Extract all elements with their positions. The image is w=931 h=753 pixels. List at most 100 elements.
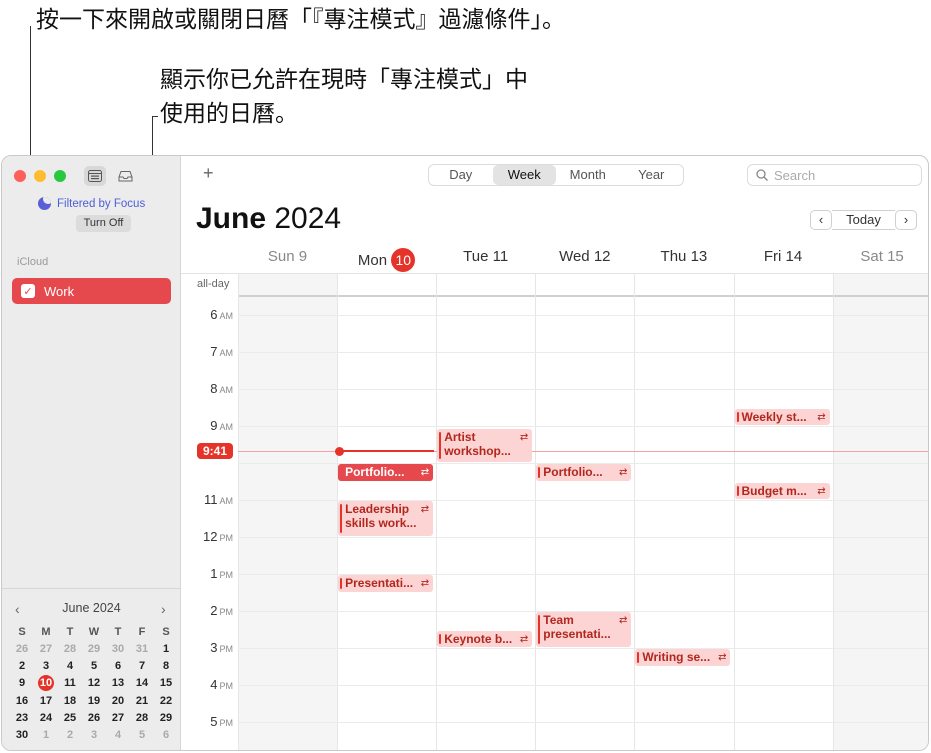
mini-day[interactable]: 18 <box>58 694 82 708</box>
leader-line-calendars-tick <box>152 116 158 117</box>
today-button[interactable]: Today <box>832 210 895 230</box>
day-header-fri[interactable]: Fri 14 <box>734 248 833 265</box>
callout-focus-filter: 按一下來開啟或關閉日曆「『專注模式』過濾條件」。 <box>36 7 565 33</box>
mini-day[interactable]: 6 <box>106 659 130 673</box>
hour-gridline <box>238 315 928 316</box>
event-block[interactable]: Portfolio... ⇄ <box>536 464 632 481</box>
day-header-mon[interactable]: Mon 10 <box>337 248 436 272</box>
calendar-item-work[interactable]: ✓ Work <box>12 278 171 304</box>
mini-day[interactable]: 16 <box>10 694 34 708</box>
mini-day[interactable]: 8 <box>154 659 178 673</box>
mini-day[interactable]: 31 <box>130 642 154 656</box>
mini-day[interactable]: 3 <box>82 728 106 742</box>
mini-day[interactable]: 25 <box>58 711 82 725</box>
hour-number: 6 <box>210 307 218 322</box>
mini-day[interactable]: 12 <box>82 676 106 691</box>
close-button[interactable] <box>14 170 26 182</box>
hour-label: 12 PM <box>181 529 233 544</box>
previous-week-button[interactable]: ‹ <box>810 210 832 230</box>
mini-day[interactable]: 29 <box>154 711 178 725</box>
mini-weekday-header: T <box>66 626 74 638</box>
next-week-button[interactable]: › <box>895 210 917 230</box>
mini-day[interactable]: 30 <box>10 728 34 742</box>
turn-off-focus-filter-button[interactable]: Turn Off <box>76 215 131 232</box>
day-header-tue[interactable]: Tue 11 <box>436 248 535 265</box>
day-header-sun[interactable]: Sun 9 <box>238 248 337 265</box>
search-field[interactable]: Search <box>747 164 922 186</box>
event-block[interactable]: Leadership skills work... ⇄ <box>338 501 434 536</box>
event-title: Writing se... <box>642 650 711 664</box>
mini-day[interactable]: 20 <box>106 694 130 708</box>
mini-day[interactable]: 28 <box>130 711 154 725</box>
view-tab-month[interactable]: Month <box>556 165 620 185</box>
mini-day[interactable]: 10 <box>34 675 58 691</box>
zoom-button[interactable] <box>54 170 66 182</box>
mini-day[interactable]: 4 <box>58 659 82 673</box>
mini-day[interactable]: 24 <box>34 711 58 725</box>
event-block[interactable]: Keynote b... ⇄ <box>437 630 533 647</box>
mini-day[interactable]: 22 <box>154 694 178 708</box>
mini-day[interactable]: 3 <box>34 659 58 673</box>
event-block[interactable]: Budget m... ⇄ <box>734 482 830 499</box>
hour-number: 8 <box>210 381 218 396</box>
mini-day[interactable]: 5 <box>130 728 154 742</box>
view-tab-year[interactable]: Year <box>620 165 684 185</box>
day-column-divider <box>832 273 834 750</box>
day-header-sat[interactable]: Sat 15 <box>833 248 928 265</box>
mini-day[interactable]: 6 <box>154 728 178 742</box>
inbox-button[interactable] <box>114 166 136 186</box>
mini-day[interactable]: 28 <box>58 642 82 656</box>
mini-day[interactable]: 4 <box>106 728 130 742</box>
event-block[interactable]: Weekly st... ⇄ <box>734 408 830 425</box>
repeat-icon: ⇄ <box>817 485 826 497</box>
mini-day[interactable]: 11 <box>58 676 82 691</box>
event-block[interactable]: Writing se... ⇄ <box>635 649 731 666</box>
hour-number: 1 <box>210 566 218 581</box>
mini-day[interactable]: 15 <box>154 676 178 691</box>
event-block[interactable]: Presentati... ⇄ <box>338 575 434 592</box>
view-tab-day[interactable]: Day <box>429 165 493 185</box>
mini-day[interactable]: 7 <box>130 659 154 673</box>
hour-gridline <box>238 352 928 353</box>
month-name: June <box>196 202 267 235</box>
hour-label: 1 PM <box>181 566 233 581</box>
mini-calendar-title: June 2024 <box>62 601 121 615</box>
mini-day[interactable]: 27 <box>34 642 58 656</box>
mini-next-month-button[interactable]: › <box>161 601 166 617</box>
mini-day[interactable]: 1 <box>154 642 178 656</box>
event-block[interactable]: Team presentati... ⇄ <box>536 612 632 647</box>
hour-ampm: PM <box>219 718 234 728</box>
icloud-section-label: iCloud <box>17 256 49 268</box>
minimize-button[interactable] <box>34 170 46 182</box>
mini-day[interactable]: 29 <box>82 642 106 656</box>
event-block[interactable]: Portfolio... ⇄ <box>338 464 434 481</box>
view-tab-week[interactable]: Week <box>492 165 556 185</box>
add-event-button[interactable]: + <box>203 163 214 184</box>
calendar-checkbox[interactable]: ✓ <box>21 284 35 298</box>
hour-number: 3 <box>210 640 218 655</box>
event-block[interactable]: Artist workshop... ⇄ <box>437 428 533 462</box>
day-header-thu[interactable]: Thu 13 <box>634 248 733 265</box>
mini-day[interactable]: 9 <box>10 676 34 691</box>
mini-day[interactable]: 30 <box>106 642 130 656</box>
mini-day[interactable]: 14 <box>130 676 154 691</box>
mini-day[interactable]: 13 <box>106 676 130 691</box>
mini-day[interactable]: 17 <box>34 694 58 708</box>
mini-day[interactable]: 21 <box>130 694 154 708</box>
day-column-divider <box>238 273 239 750</box>
mini-day-today[interactable]: 10 <box>38 675 54 691</box>
day-header-wed[interactable]: Wed 12 <box>535 248 634 265</box>
mini-day[interactable]: 5 <box>82 659 106 673</box>
mini-day[interactable]: 19 <box>82 694 106 708</box>
mini-day[interactable]: 23 <box>10 711 34 725</box>
mini-day[interactable]: 2 <box>10 659 34 673</box>
mini-day[interactable]: 2 <box>58 728 82 742</box>
mini-day[interactable]: 27 <box>106 711 130 725</box>
mini-day[interactable]: 1 <box>34 728 58 742</box>
mini-day[interactable]: 26 <box>82 711 106 725</box>
mini-day[interactable]: 26 <box>10 642 34 656</box>
calendar-list-toggle[interactable] <box>84 166 106 186</box>
calendar-list-icon <box>88 170 102 182</box>
hour-label: 3 PM <box>181 640 233 655</box>
current-time-dot <box>335 447 345 457</box>
